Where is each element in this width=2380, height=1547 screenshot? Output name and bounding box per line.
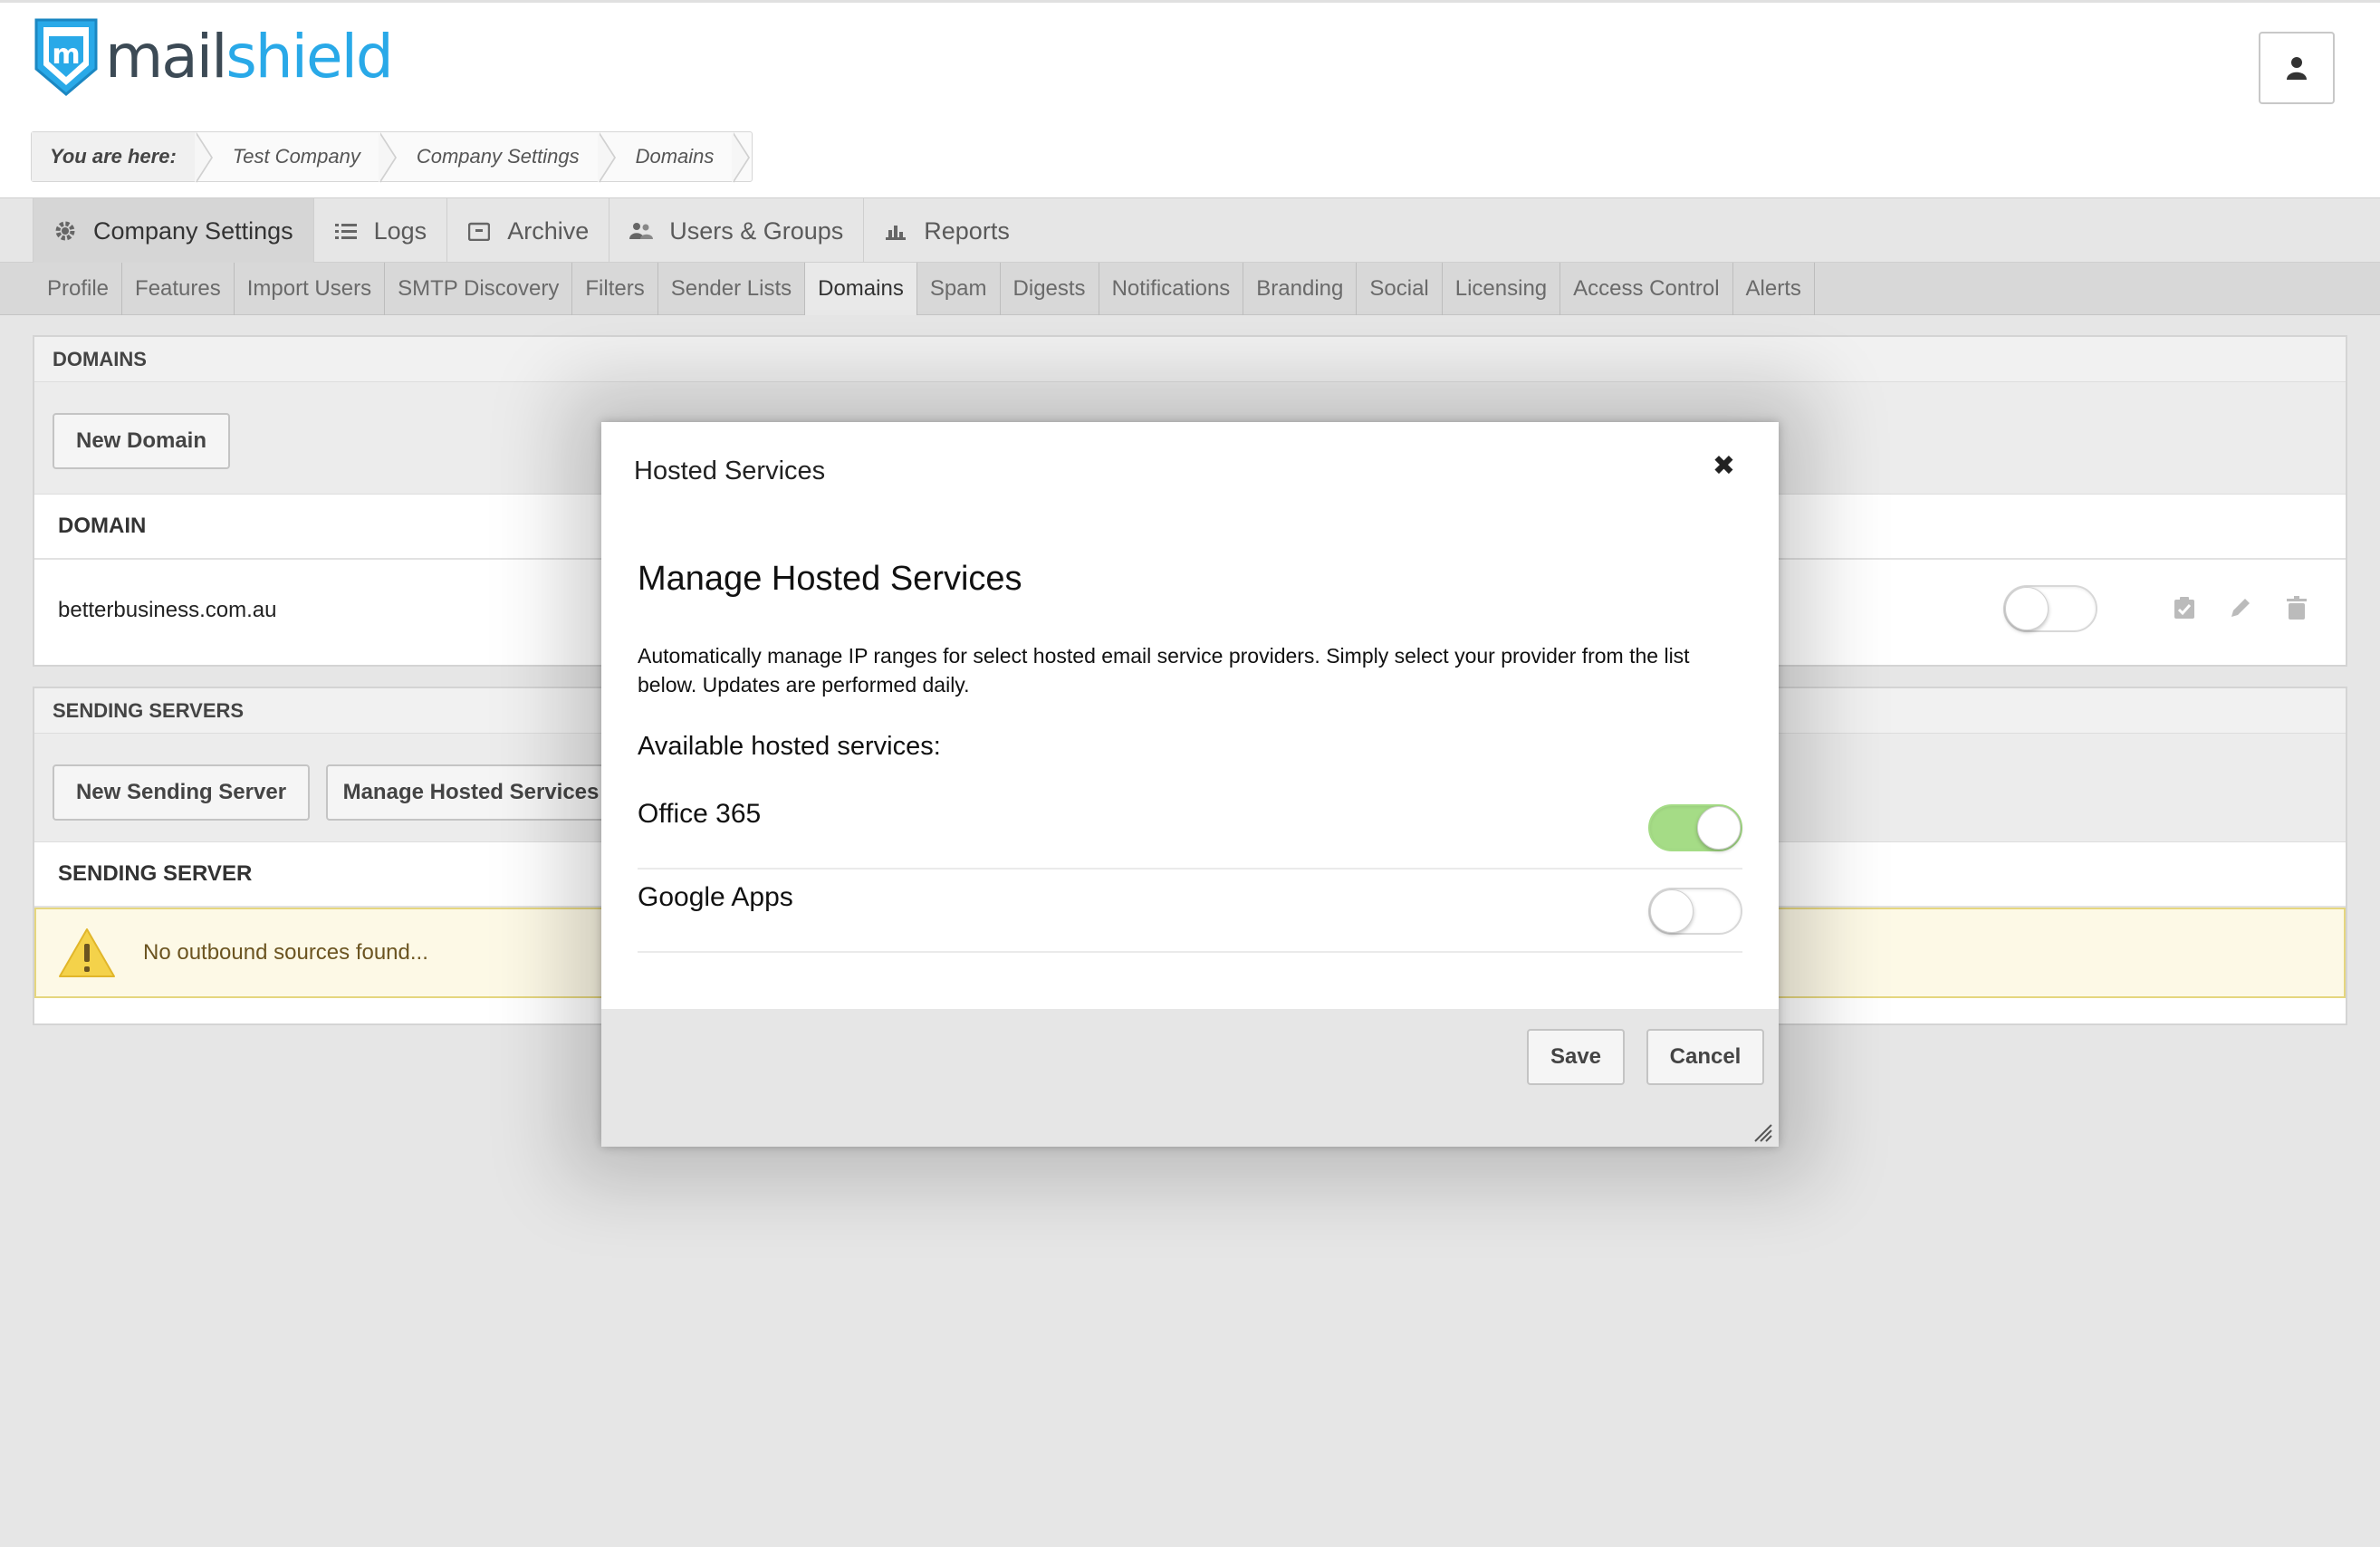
service-row-office-365: Office 365 — [638, 786, 1742, 870]
resize-handle-icon[interactable] — [1751, 1121, 1773, 1143]
toggle-knob — [1650, 889, 1694, 933]
available-services-label: Available hosted services: — [638, 732, 941, 761]
service-name: Office 365 — [638, 799, 762, 829]
google-apps-toggle[interactable] — [1648, 888, 1742, 935]
hosted-services-dialog: Hosted Services ✖ Manage Hosted Services… — [601, 422, 1779, 1147]
cancel-button[interactable]: Cancel — [1646, 1029, 1764, 1085]
toggle-knob — [1697, 806, 1741, 850]
service-row-google-apps: Google Apps — [638, 870, 1742, 953]
office-365-toggle[interactable] — [1648, 804, 1742, 851]
close-icon[interactable]: ✖ — [1713, 453, 1735, 480]
save-button[interactable]: Save — [1527, 1029, 1625, 1085]
dialog-footer: Save Cancel — [601, 1009, 1779, 1147]
dialog-description: Automatically manage IP ranges for selec… — [638, 644, 1690, 697]
service-name: Google Apps — [638, 882, 793, 912]
dialog-heading: Manage Hosted Services — [638, 560, 1022, 598]
dialog-title: Hosted Services — [634, 456, 826, 485]
